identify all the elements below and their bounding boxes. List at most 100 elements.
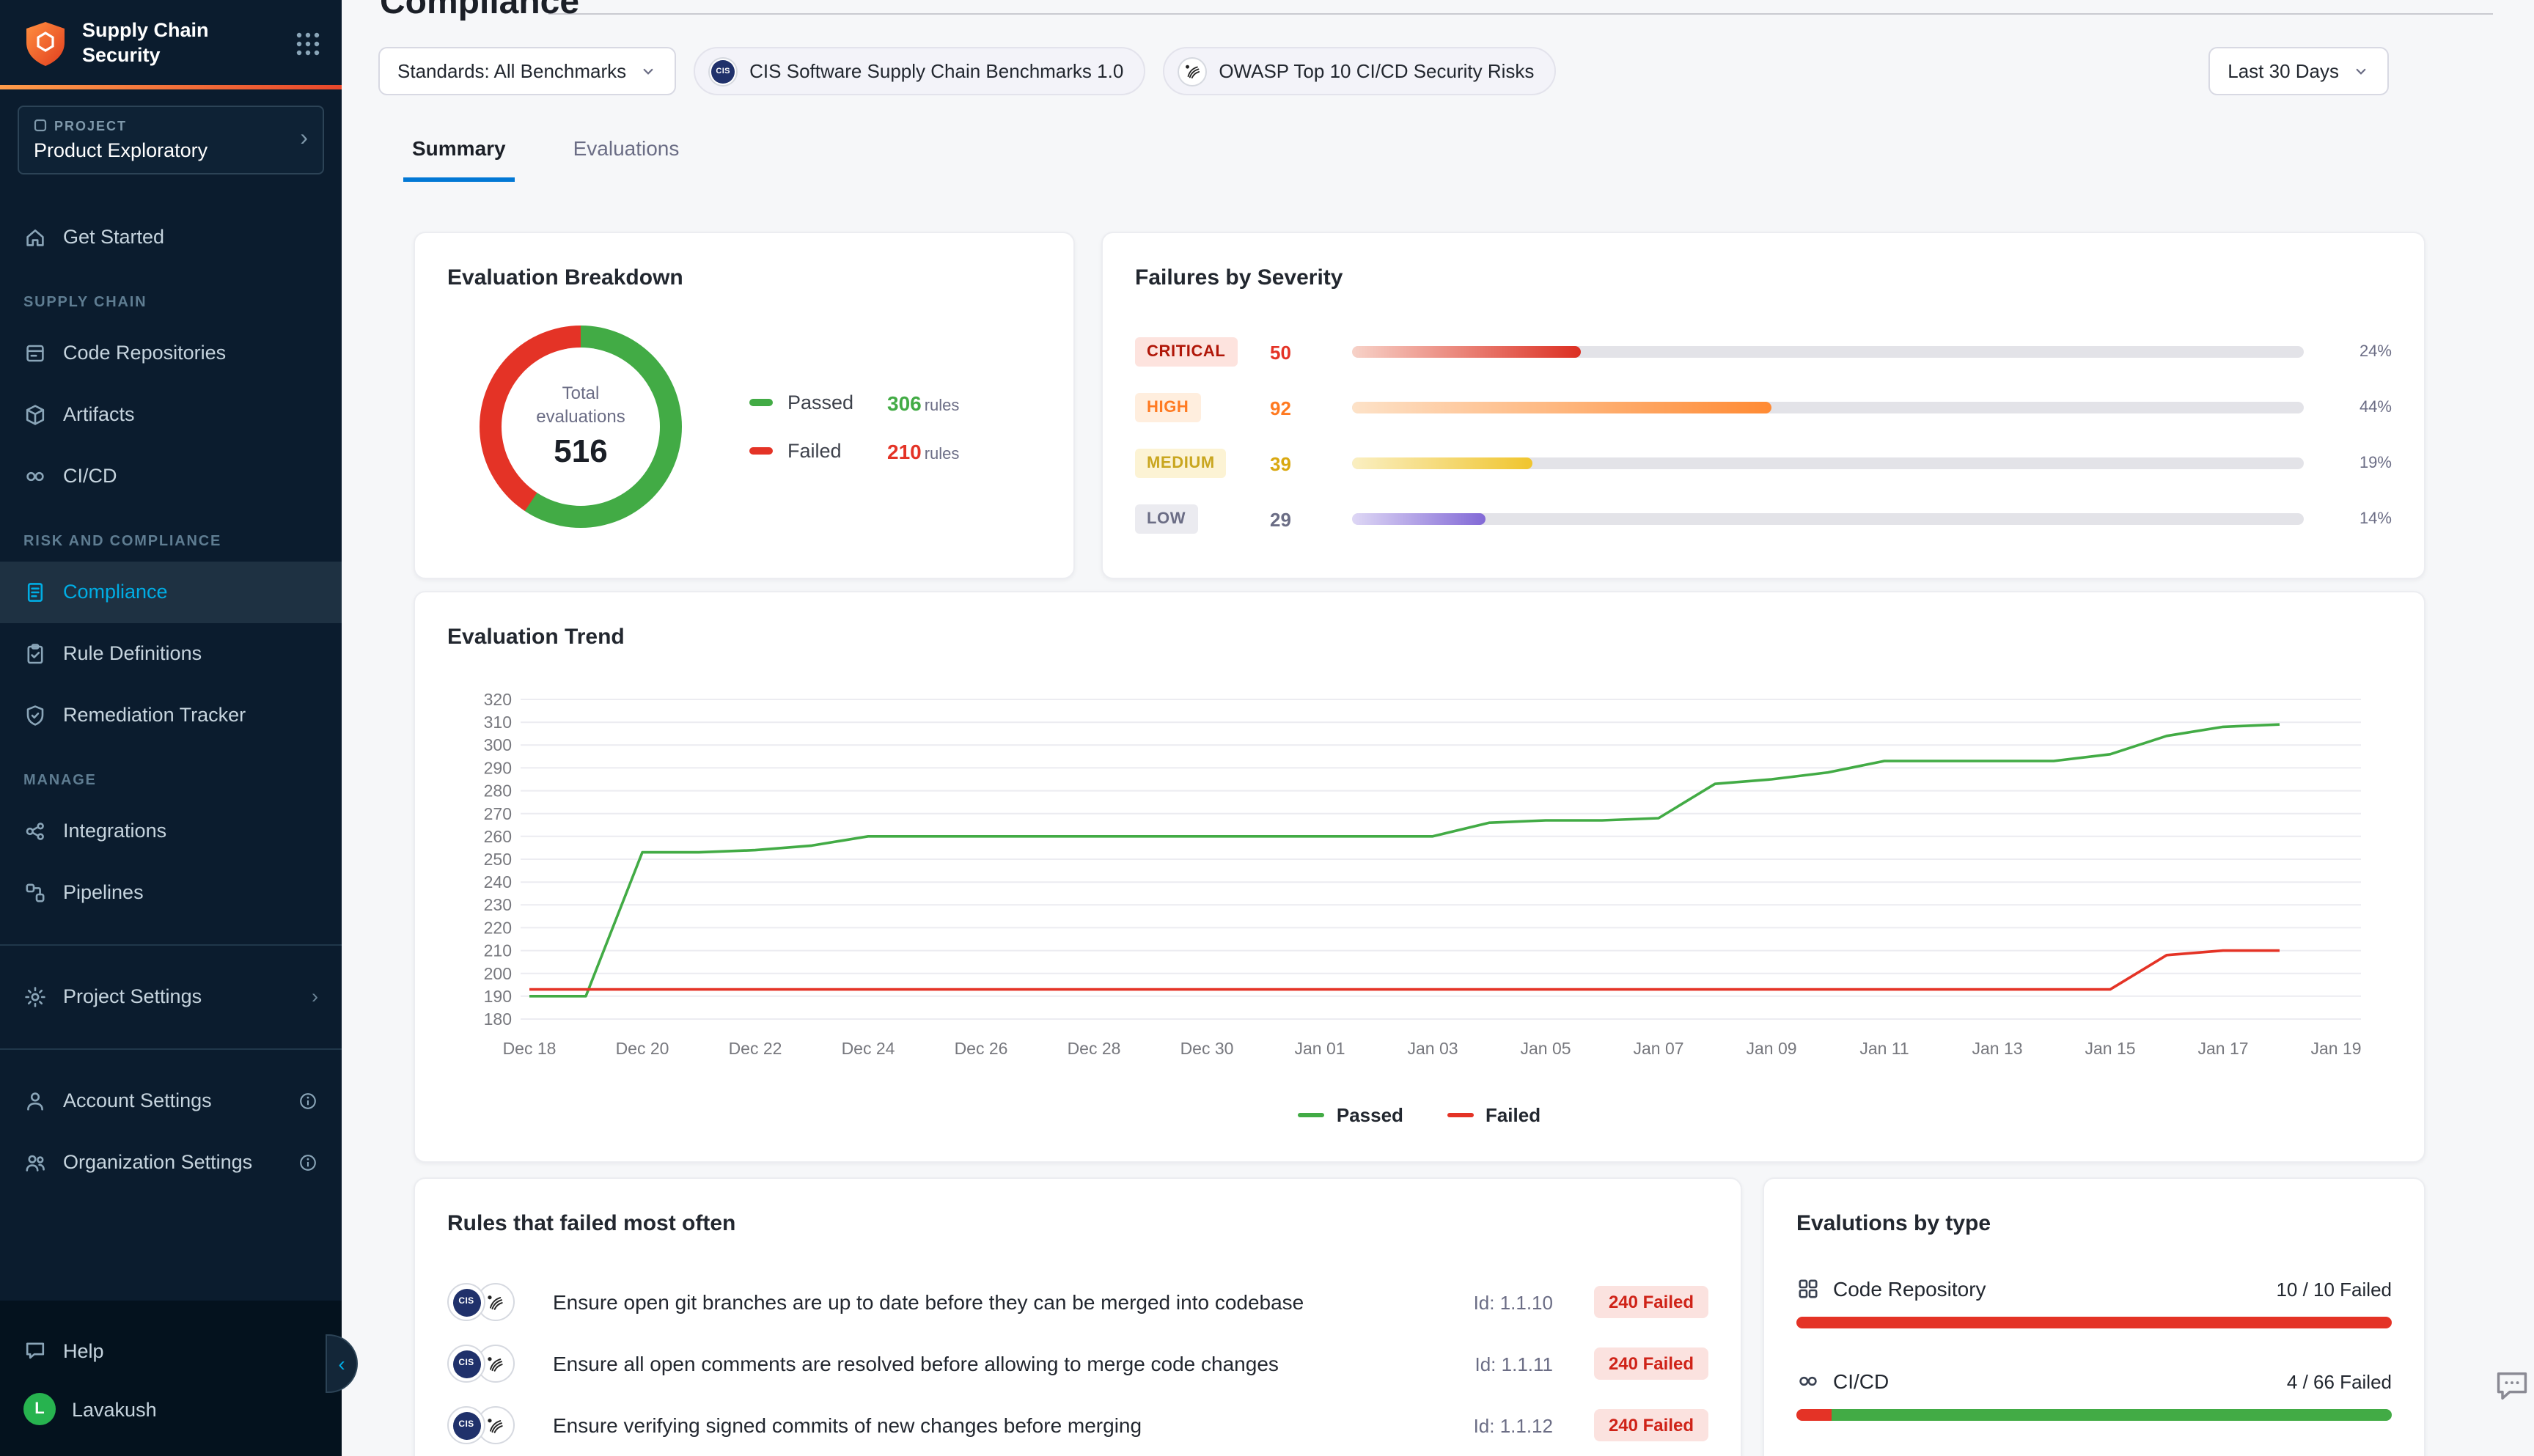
integrations-icon: [23, 820, 47, 843]
rule-id: Id: 1.1.11: [1400, 1353, 1553, 1375]
section-manage: MANAGE: [23, 773, 318, 789]
sidebar-item-compliance[interactable]: Compliance: [0, 562, 342, 623]
shield-check-icon: [23, 704, 47, 727]
card-title: Evaluation Breakdown: [447, 265, 1041, 290]
filter-bar: Standards: All Benchmarks CIS CIS Softwa…: [378, 47, 2389, 95]
failed-count-badge: 240 Failed: [1594, 1347, 1708, 1380]
svg-text:Jan 19: Jan 19: [2310, 1039, 2361, 1058]
sidebar-item-remediation-tracker[interactable]: Remediation Tracker: [0, 685, 342, 746]
card-title: Evalutions by type: [1796, 1211, 2392, 1236]
chevron-down-icon: [639, 62, 657, 80]
type-row-code-repository: Code Repository 10 / 10 Failed: [1796, 1277, 2392, 1328]
svg-text:Jan 13: Jan 13: [1972, 1039, 2022, 1058]
severity-row-low: LOW 29 14%: [1135, 504, 2392, 534]
sidebar-item-account-settings[interactable]: Account Settings: [0, 1070, 342, 1132]
info-icon: [298, 1152, 318, 1173]
severity-percent: 14%: [2321, 510, 2392, 528]
owasp-icon: [1178, 56, 1207, 86]
legend-item-passed: Passed: [1299, 1104, 1403, 1126]
cis-icon: CIS: [447, 1283, 485, 1321]
sidebar-item-get-started[interactable]: Get Started: [0, 207, 342, 268]
severity-count: 29: [1270, 508, 1334, 530]
chevron-right-icon: ›: [300, 127, 308, 153]
sidebar-item-organization-settings[interactable]: Organization Settings: [0, 1132, 342, 1194]
severity-row-high: HIGH 92 44%: [1135, 393, 2392, 422]
cis-icon: CIS: [708, 56, 738, 86]
severity-count: 39: [1270, 452, 1334, 474]
legend-item-passed: Passed 306rules: [749, 391, 959, 414]
code-repository-icon: [1796, 1277, 1820, 1301]
svg-text:Jan 07: Jan 07: [1633, 1039, 1683, 1058]
rule-id: Id: 1.1.10: [1400, 1291, 1553, 1313]
tab-bar: Summary Evaluations: [403, 136, 2534, 182]
chevron-down-icon: [2352, 62, 2370, 80]
rule-row[interactable]: CIS Ensure open git branches are up to d…: [447, 1271, 1708, 1333]
svg-text:290: 290: [484, 758, 512, 777]
donut-center-label: Total evaluations: [528, 383, 634, 429]
sidebar-item-rule-definitions[interactable]: Rule Definitions: [0, 623, 342, 685]
sidebar-item-artifacts[interactable]: Artifacts: [0, 384, 342, 446]
sidebar-item-integrations[interactable]: Integrations: [0, 801, 342, 862]
svg-text:300: 300: [484, 735, 512, 754]
passed-swatch: [749, 399, 773, 406]
svg-text:Jan 03: Jan 03: [1407, 1039, 1458, 1058]
rule-row[interactable]: CIS Ensure verifying signed commits of n…: [447, 1394, 1708, 1456]
svg-text:Jan 09: Jan 09: [1746, 1039, 1796, 1058]
evaluations-by-type-card: Evalutions by type Code Repository 10 / …: [1763, 1177, 2425, 1456]
project-name: Product Exploratory: [34, 139, 300, 161]
severity-count: 50: [1270, 341, 1334, 363]
type-status: 4 / 66 Failed: [2287, 1370, 2392, 1392]
svg-text:Jan 15: Jan 15: [2085, 1039, 2135, 1058]
severity-percent: 24%: [2321, 343, 2392, 361]
tab-evaluations[interactable]: Evaluations: [565, 136, 688, 182]
donut-legend: Passed 306rules Failed 210rules: [749, 391, 959, 463]
date-range-dropdown[interactable]: Last 30 Days: [2208, 47, 2389, 95]
repository-icon: [23, 342, 47, 365]
svg-text:Jan 01: Jan 01: [1294, 1039, 1345, 1058]
home-icon: [23, 226, 47, 249]
cis-icon: CIS: [447, 1345, 485, 1383]
severity-row-medium: MEDIUM 39 19%: [1135, 449, 2392, 478]
svg-text:180: 180: [484, 1010, 512, 1029]
card-title: Rules that failed most often: [447, 1211, 1708, 1236]
chat-widget-button[interactable]: [2493, 1367, 2531, 1412]
sidebar-item-code-repositories[interactable]: Code Repositories: [0, 323, 342, 384]
sidebar-divider: [0, 1048, 342, 1050]
severity-bar: [1352, 457, 2304, 469]
help-button[interactable]: Help: [23, 1321, 318, 1380]
sidebar-item-cicd[interactable]: CI/CD: [0, 446, 342, 507]
severity-bar: [1352, 346, 2304, 358]
svg-text:Dec 18: Dec 18: [503, 1039, 557, 1058]
gear-icon: [23, 985, 47, 1009]
tab-summary[interactable]: Summary: [403, 136, 515, 182]
info-icon: [298, 1091, 318, 1111]
benchmark-chip-owasp[interactable]: OWASP Top 10 CI/CD Security Risks: [1163, 47, 1556, 95]
sidebar-nav: Get Started SUPPLY CHAIN Code Repositori…: [0, 207, 342, 1194]
section-supply-chain: SUPPLY CHAIN: [23, 295, 318, 311]
user-menu[interactable]: L Lavakush: [23, 1380, 318, 1438]
rule-text: Ensure verifying signed commits of new c…: [553, 1413, 1386, 1437]
rule-row[interactable]: CIS Ensure all open comments are resolve…: [447, 1333, 1708, 1394]
brand-accent-line: [0, 85, 342, 89]
sidebar-item-project-settings[interactable]: Project Settings ›: [0, 966, 342, 1028]
brand-name: Supply Chain Security: [82, 19, 280, 69]
chevron-left-icon: ‹: [338, 1352, 345, 1375]
infinity-icon: [1796, 1369, 1820, 1393]
severity-row-critical: CRITICAL 50 24%: [1135, 337, 2392, 367]
sidebar: Supply Chain Security PROJECT Product Ex…: [0, 0, 342, 1456]
standards-filter-dropdown[interactable]: Standards: All Benchmarks: [378, 47, 676, 95]
svg-text:280: 280: [484, 782, 512, 801]
svg-text:240: 240: [484, 872, 512, 891]
project-eyebrow: PROJECT: [54, 119, 127, 133]
module-grid-icon[interactable]: [295, 31, 321, 57]
evaluation-trend-card: Evaluation Trend 32031030029028027026025…: [414, 591, 2425, 1163]
brand-header: Supply Chain Security: [0, 0, 342, 85]
project-selector[interactable]: PROJECT Product Exploratory ›: [18, 106, 324, 174]
severity-percent: 19%: [2321, 455, 2392, 472]
sidebar-item-pipelines[interactable]: Pipelines: [0, 862, 342, 924]
benchmark-chip-cis[interactable]: CIS CIS Software Supply Chain Benchmarks…: [694, 47, 1145, 95]
trend-line-chart: 3203103002902802702602502402302202102001…: [447, 676, 2390, 1095]
section-risk-and-compliance: RISK AND COMPLIANCE: [23, 534, 318, 550]
svg-text:Dec 24: Dec 24: [842, 1039, 895, 1058]
card-title: Evaluation Trend: [447, 625, 2392, 650]
